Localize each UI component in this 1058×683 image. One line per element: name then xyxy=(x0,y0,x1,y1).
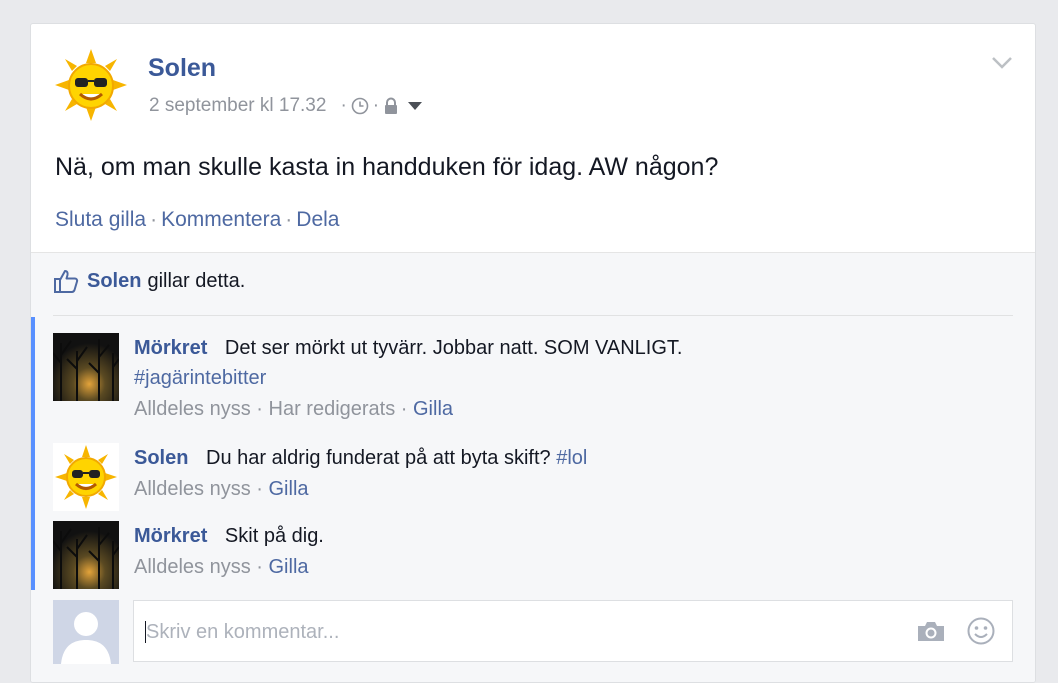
commenter-avatar[interactable] xyxy=(53,443,119,511)
post-timestamp[interactable]: 2 september kl 17.32 xyxy=(149,95,326,117)
comment-body: Solen Du har aldrig funderat på att byta… xyxy=(134,443,934,505)
caret-down-icon[interactable] xyxy=(407,100,423,112)
comment-author[interactable]: Solen xyxy=(134,447,188,469)
separator: · xyxy=(285,208,293,231)
edited-label[interactable]: Har redigerats xyxy=(269,398,396,420)
hashtag-link[interactable]: #jagärintebitter xyxy=(134,367,266,389)
comment-meta: Alldeles nyss · Gilla xyxy=(134,478,309,500)
separator: · xyxy=(340,95,347,116)
comment-like-link[interactable]: Gilla xyxy=(413,398,453,420)
comment-meta: Alldeles nyss · Gilla xyxy=(134,556,309,578)
comment-time[interactable]: Alldeles nyss xyxy=(134,478,251,500)
post-author[interactable]: Solen xyxy=(148,54,216,83)
post-card: Solen 2 september kl 17.32 · · Nä, om ma… xyxy=(30,23,1036,683)
comment-author[interactable]: Mörkret xyxy=(134,337,207,359)
comment-time[interactable]: Alldeles nyss xyxy=(134,556,251,578)
comment-author[interactable]: Mörkret xyxy=(134,525,207,547)
share-link[interactable]: Dela xyxy=(296,208,339,231)
thumbs-up-icon xyxy=(54,270,79,293)
comment-body: Mörkret Det ser mörkt ut tyvärr. Jobbar … xyxy=(134,333,934,425)
comment-text: Du har aldrig funderat på att byta skift… xyxy=(206,447,551,469)
text-cursor xyxy=(145,621,146,643)
liker-name[interactable]: Solen xyxy=(87,270,141,293)
commenter-avatar[interactable] xyxy=(53,521,119,589)
comment-meta: Alldeles nyss · Har redigerats · Gilla xyxy=(134,398,454,420)
comment-time[interactable]: Alldeles nyss xyxy=(134,398,251,420)
comment-text: Skit på dig. xyxy=(224,525,324,547)
chevron-down-icon[interactable] xyxy=(991,56,1013,70)
post-meta: 2 september kl 17.32 · · xyxy=(149,95,423,117)
hashtag-link[interactable]: #lol xyxy=(556,447,587,469)
comment-composer xyxy=(133,600,1013,663)
like-suffix: gillar detta. xyxy=(147,269,246,292)
like-summary: Solen gillar detta. xyxy=(53,269,245,293)
comment-text: Det ser mörkt ut tyvärr. Jobbar natt. SO… xyxy=(224,337,683,359)
author-avatar[interactable] xyxy=(55,49,127,121)
comment-input[interactable] xyxy=(144,601,888,663)
commenter-avatar[interactable] xyxy=(53,333,119,401)
unlike-link[interactable]: Sluta gilla xyxy=(55,208,146,231)
separator: · xyxy=(150,208,158,231)
post-actions: Sluta gilla · Kommentera · Dela xyxy=(55,208,339,232)
thread-highlight-bar xyxy=(31,317,35,590)
separator: · xyxy=(372,95,380,116)
divider xyxy=(53,315,1013,316)
lock-icon[interactable] xyxy=(383,97,399,115)
current-user-avatar xyxy=(53,600,119,664)
comment-like-link[interactable]: Gilla xyxy=(269,478,309,500)
comment-body: Mörkret Skit på dig. Alldeles nyss · Gil… xyxy=(134,521,934,583)
feedback-section: Solen gillar detta. Mörkret Det ser mörk… xyxy=(31,252,1035,682)
comment-link[interactable]: Kommentera xyxy=(161,208,281,231)
smiley-icon[interactable] xyxy=(966,616,996,646)
camera-icon[interactable] xyxy=(916,619,946,643)
comment-like-link[interactable]: Gilla xyxy=(269,556,309,578)
post-text: Nä, om man skulle kasta in handduken för… xyxy=(55,153,719,181)
clock-icon xyxy=(351,97,369,115)
